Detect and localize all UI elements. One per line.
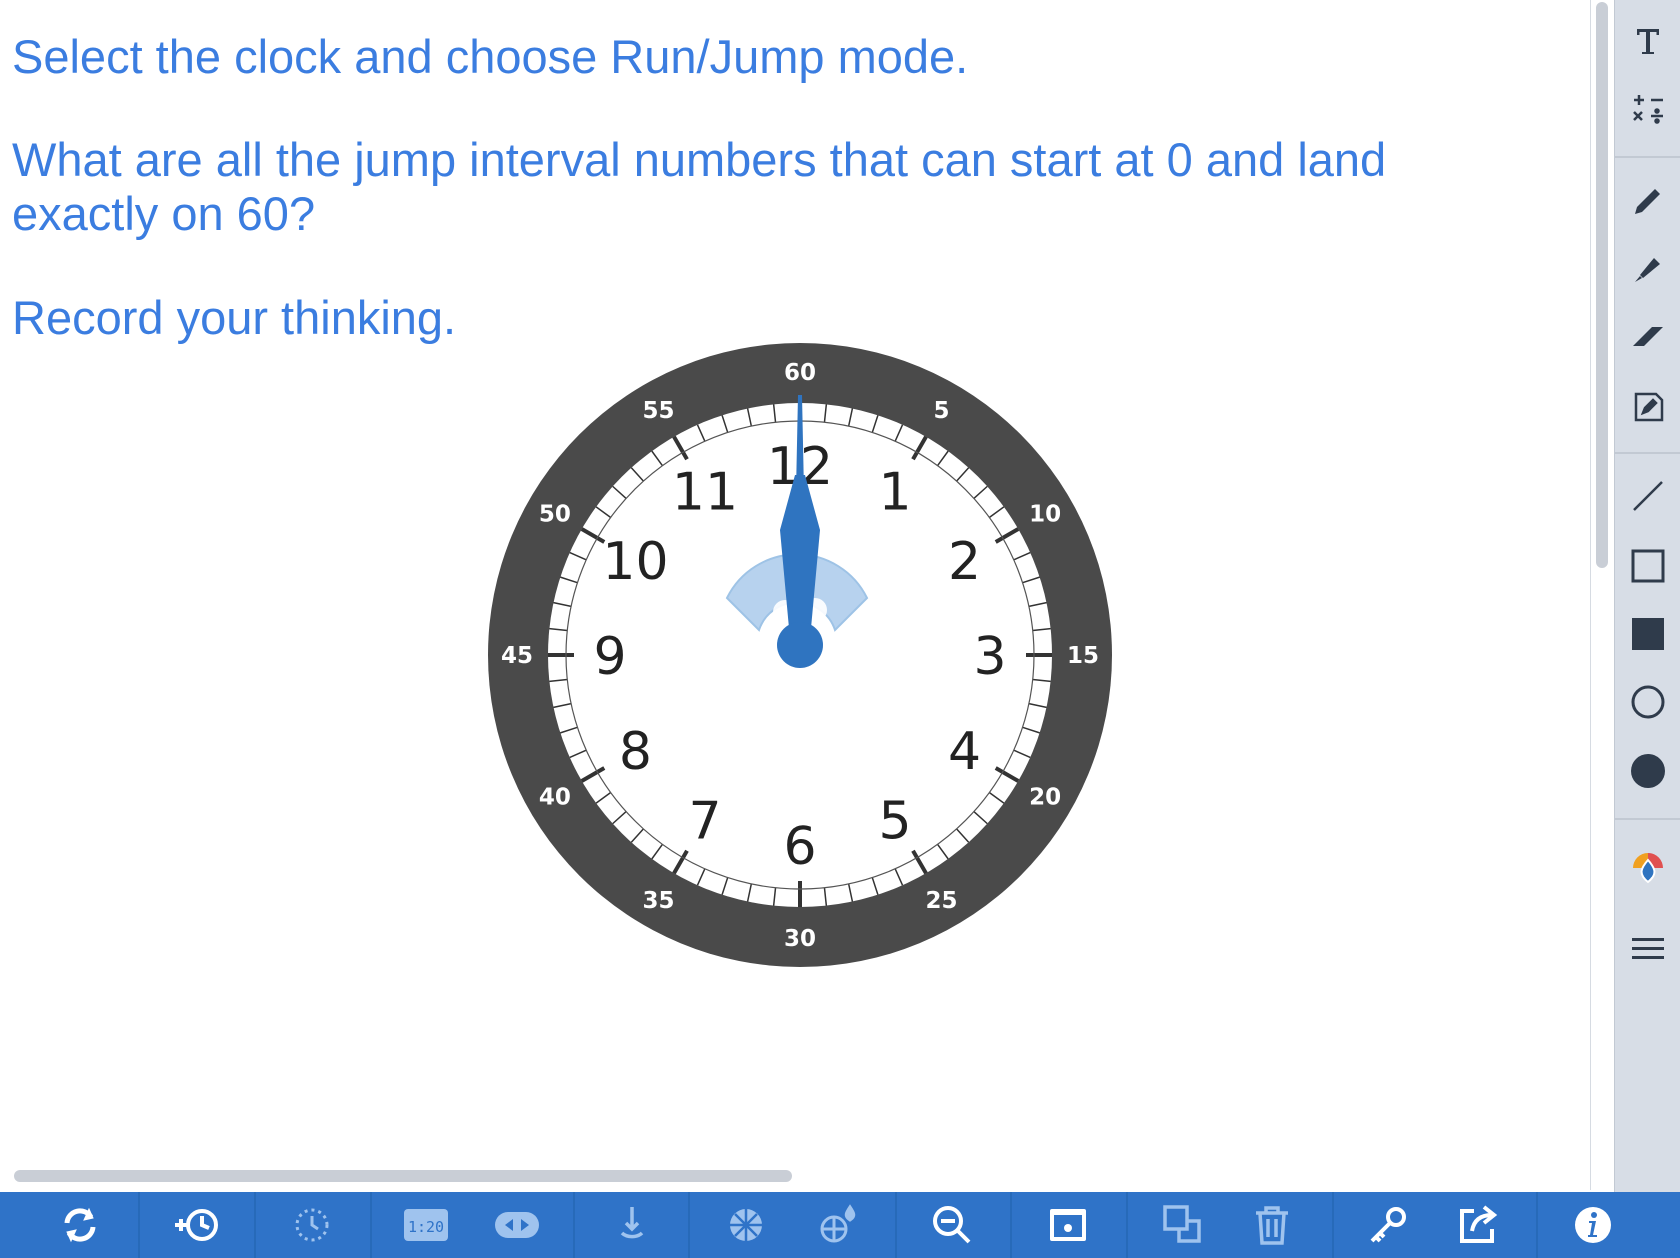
minute-label: 55 bbox=[642, 398, 674, 424]
fraction-wheel-icon[interactable] bbox=[706, 1196, 786, 1254]
clock-face-icon[interactable] bbox=[272, 1196, 352, 1254]
run-jump-icon[interactable] bbox=[477, 1196, 557, 1254]
line-width-icon[interactable] bbox=[1615, 923, 1680, 975]
info-icon[interactable] bbox=[1553, 1196, 1633, 1254]
color-fill-icon[interactable] bbox=[798, 1196, 878, 1254]
share-icon[interactable] bbox=[1438, 1196, 1518, 1254]
prompt-line-1: Select the clock and choose Run/Jump mod… bbox=[12, 30, 969, 83]
hour-number: 9 bbox=[593, 627, 626, 687]
digital-time-icon[interactable]: 1:20 bbox=[386, 1196, 466, 1254]
color-picker-icon[interactable] bbox=[1615, 842, 1680, 894]
workspace-canvas[interactable]: Select the clock and choose Run/Jump mod… bbox=[0, 0, 1608, 1190]
minute-label: 5 bbox=[933, 398, 949, 424]
circle-icon[interactable] bbox=[1615, 676, 1680, 728]
svg-text:1:20: 1:20 bbox=[408, 1218, 444, 1236]
filled-rectangle-icon[interactable] bbox=[1615, 608, 1680, 660]
card-icon[interactable] bbox=[1028, 1196, 1108, 1254]
clock-center-hub bbox=[777, 622, 823, 668]
bottom-toolbar: 1:20 bbox=[0, 1192, 1680, 1258]
hour-number: 10 bbox=[602, 532, 668, 592]
minute-label: 15 bbox=[1067, 643, 1099, 669]
hour-number: 6 bbox=[783, 817, 816, 877]
hour-number: 7 bbox=[688, 792, 721, 852]
rectangle-icon[interactable] bbox=[1615, 540, 1680, 592]
minute-label: 20 bbox=[1029, 785, 1061, 811]
reset-icon[interactable] bbox=[40, 1196, 120, 1254]
prompt-line-2a: What are all the jump interval numbers t… bbox=[12, 133, 1387, 186]
add-clock-icon[interactable] bbox=[156, 1196, 236, 1254]
minute-label: 35 bbox=[642, 888, 674, 914]
note-icon[interactable] bbox=[1615, 380, 1680, 432]
vertical-scrollbar[interactable] bbox=[1596, 2, 1608, 568]
trash-icon[interactable] bbox=[1232, 1196, 1312, 1254]
hour-number: 1 bbox=[878, 462, 911, 522]
hour-number: 5 bbox=[878, 792, 911, 852]
analog-clock[interactable]: 60510152025303540455055 121234567891011 bbox=[485, 340, 1115, 970]
hour-number: 3 bbox=[973, 627, 1006, 687]
equation-tool-icon[interactable] bbox=[1615, 82, 1680, 134]
minute-label: 50 bbox=[539, 502, 571, 528]
minute-label: 40 bbox=[539, 785, 571, 811]
hour-number: 2 bbox=[948, 532, 981, 592]
eraser-icon[interactable] bbox=[1615, 310, 1680, 362]
minute-label: 10 bbox=[1029, 502, 1061, 528]
prompt-line-2b: exactly on 60? bbox=[12, 187, 316, 240]
drag-hand-icon[interactable] bbox=[592, 1196, 672, 1254]
hour-number: 8 bbox=[619, 722, 652, 782]
minute-label: 45 bbox=[501, 643, 533, 669]
zoom-out-icon[interactable] bbox=[912, 1196, 992, 1254]
duplicate-icon[interactable] bbox=[1143, 1196, 1223, 1254]
horizontal-scrollbar[interactable] bbox=[14, 1170, 792, 1182]
minute-label: 30 bbox=[784, 926, 816, 952]
filled-circle-icon[interactable] bbox=[1615, 745, 1680, 797]
highlighter-icon[interactable] bbox=[1615, 242, 1680, 294]
hour-number: 11 bbox=[672, 462, 738, 522]
line-icon[interactable] bbox=[1615, 470, 1680, 522]
key-icon[interactable] bbox=[1348, 1196, 1428, 1254]
hour-number: 4 bbox=[948, 722, 981, 782]
text-tool-icon[interactable] bbox=[1615, 15, 1680, 67]
pencil-icon[interactable] bbox=[1615, 175, 1680, 227]
minute-label: 60 bbox=[784, 360, 816, 386]
prompt-line-3: Record your thinking. bbox=[12, 291, 457, 344]
drawing-tools-sidebar bbox=[1614, 0, 1680, 1192]
minute-label: 25 bbox=[925, 888, 957, 914]
